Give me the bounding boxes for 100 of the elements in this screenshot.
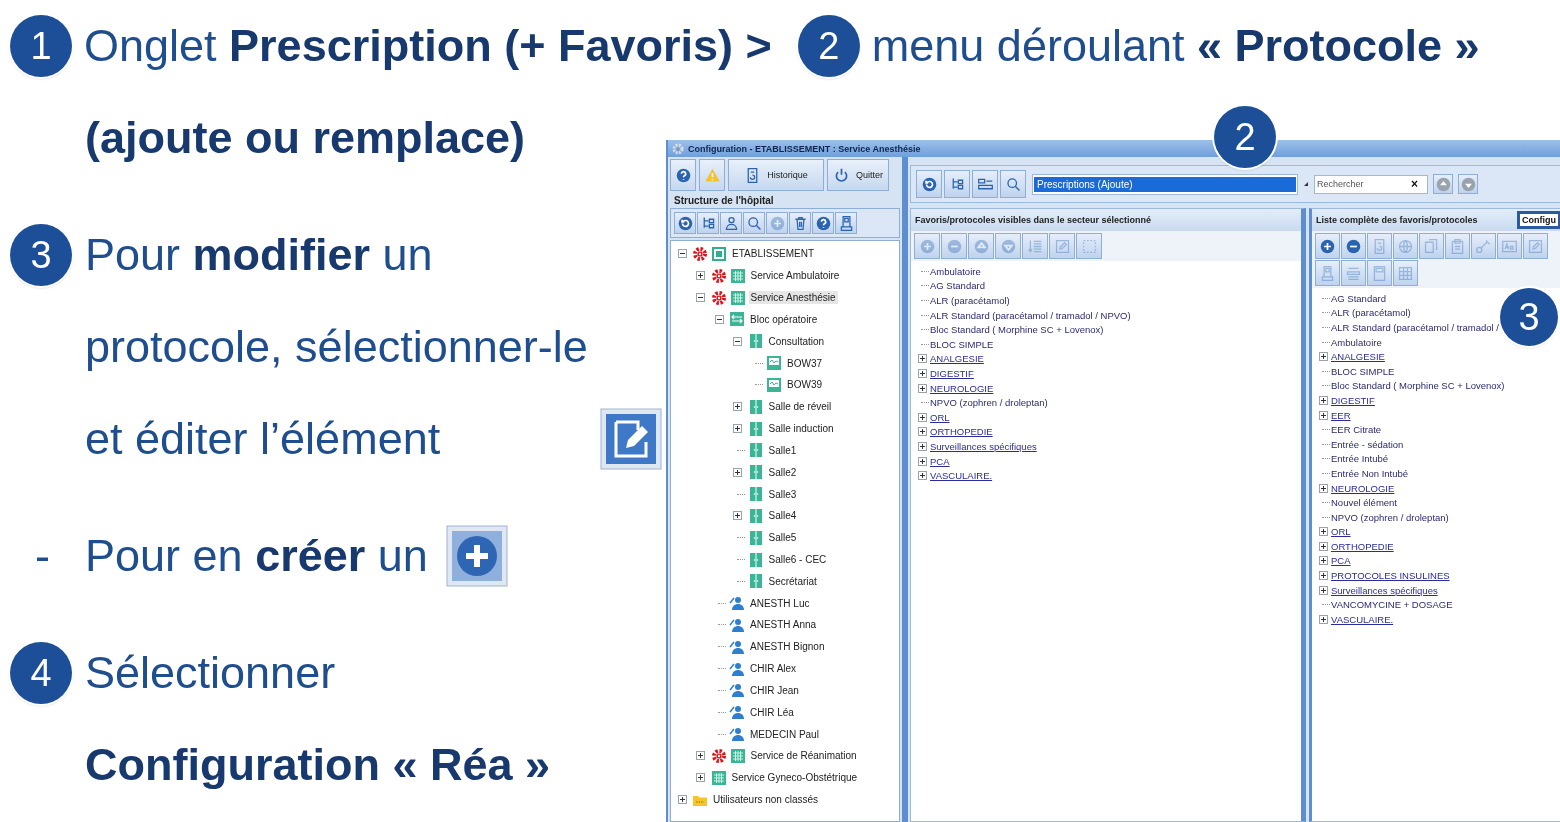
protocol-item[interactable]: VASCULAIRE. [1331,613,1394,625]
protocol-dropdown[interactable]: Prescriptions (Ajoute) [1032,173,1298,195]
expander-box[interactable] [1318,585,1328,595]
toolbar-button[interactable] [944,170,970,198]
help-button[interactable] [670,159,696,191]
expander-box[interactable] [917,456,927,466]
toolbar-button[interactable] [835,212,857,234]
tree-item[interactable]: Service Anesthésie [748,291,838,305]
tree-item[interactable]: Salle5 [766,531,799,545]
expander-box[interactable] [917,471,927,481]
protocol-item[interactable]: Entrée Non Intubé [1331,467,1409,479]
protocol-item[interactable]: ORTHOPEDIE [930,426,993,438]
protocol-item[interactable]: Nouvel élément [1331,497,1397,509]
expander-box[interactable] [714,314,724,324]
expander-box[interactable] [1318,614,1328,624]
tree-item[interactable]: Service de Réanimation [748,749,859,763]
toolbar-button[interactable] [972,170,998,198]
protocol-item[interactable]: BLOC SIMPLE [930,338,994,350]
protocol-item[interactable]: NEUROLOGIE [930,382,994,394]
protocol-item[interactable]: ANALGESIE [930,353,984,365]
expander-box[interactable] [696,773,705,783]
protocol-item[interactable]: Bloc Standard ( Morphine SC + Lovenox) [930,324,1104,336]
protocol-item[interactable]: EER [1331,409,1351,421]
toolbar-button[interactable] [1000,170,1026,198]
expander-box[interactable] [1318,395,1328,405]
protocol-item[interactable]: ALR (paracétamol) [930,295,1010,306]
protocol-item[interactable]: Entrée - sédation [1331,438,1404,450]
protocol-item[interactable]: AG Standard [1331,292,1386,304]
expander-box[interactable] [917,441,927,451]
protocol-item[interactable]: VANCOMYCINE + DOSAGE [1331,599,1453,611]
protocol-item[interactable]: ALR (paracétamol) [1331,307,1411,319]
configuration-dropdown[interactable]: Configu [1517,211,1560,229]
protocol-item[interactable]: NPVO (zophren / droleptan) [930,397,1048,409]
tree-item[interactable]: Salle1 [766,443,799,457]
tree-item[interactable]: MEDECIN Paul [748,727,821,741]
toolbar-button[interactable] [697,212,719,234]
toolbar-button[interactable] [1315,233,1340,259]
expander-box[interactable] [917,368,927,378]
expander-box[interactable] [677,249,687,259]
expander-box[interactable] [917,354,927,364]
toolbar-button[interactable] [720,212,742,234]
dropdown-arrow-icon[interactable] [1302,180,1310,188]
toolbar-button[interactable] [916,170,942,198]
expander-box[interactable] [733,467,742,477]
tree-item[interactable]: Bloc opératoire [748,312,820,326]
expander-box[interactable] [1318,571,1328,581]
protocol-item[interactable]: Surveillances spécifiques [1331,584,1438,596]
tree-item[interactable]: Salle3 [766,487,799,501]
protocol-item[interactable]: PCA [1331,555,1351,567]
expander-box[interactable] [1318,410,1328,420]
protocol-item[interactable]: Ambulatoire [1331,336,1382,348]
expander-box[interactable] [1318,556,1328,566]
tree-item[interactable]: CHIR Alex [748,662,799,676]
tree-item[interactable]: CHIR Léa [748,705,796,719]
expander-box[interactable] [733,402,742,412]
protocol-item[interactable]: VASCULAIRE. [930,470,993,482]
protocol-item[interactable]: DIGESTIF [1331,394,1375,406]
expander-box[interactable] [1318,483,1328,493]
expander-box[interactable] [733,336,742,346]
tree-item[interactable]: Salle4 [766,509,799,523]
tree-item[interactable]: Consultation [766,334,827,348]
tree-item[interactable]: BOW39 [785,378,824,392]
expander-box[interactable] [917,383,927,393]
expander-box[interactable] [1318,352,1328,362]
tree-item[interactable]: Service Ambulatoire [748,269,842,283]
protocol-item[interactable]: Ambulatoire [930,265,981,277]
tree-item[interactable]: Service Gyneco-Obstétrique [729,771,860,785]
protocol-item[interactable]: ALR Standard (paracétamol / tramadol / [1331,322,1499,333]
protocol-item[interactable]: PROTOCOLES INSULINES [1331,570,1450,582]
expander-box[interactable] [917,412,927,422]
toolbar-button[interactable] [789,212,811,234]
expander-box[interactable] [917,427,927,437]
expander-box[interactable] [677,795,687,805]
protocol-item[interactable]: ALR Standard (paracétamol / tramadol / NPVO) [930,309,1131,321]
tree-item[interactable]: CHIR Jean [748,683,801,697]
tree-item[interactable]: ANESTH Bignon [748,640,827,654]
tree-item[interactable]: Salle de réveil [766,400,834,414]
protocol-item[interactable]: BLOC SIMPLE [1331,365,1395,377]
protocol-item[interactable]: ANALGESIE [1331,351,1385,363]
history-button[interactable]: Historique [728,159,824,191]
expander-box[interactable] [696,271,705,281]
protocol-item[interactable]: ORTHOPEDIE [1331,540,1394,552]
expander-box[interactable] [1318,527,1328,537]
tree-item[interactable]: Salle2 [766,465,799,479]
protocol-item[interactable]: NPVO (zophren / droleptan) [1331,511,1449,523]
clear-button[interactable]: × [1409,178,1420,190]
protocol-item[interactable]: ORL [930,411,950,423]
toolbar-button[interactable] [1341,233,1366,259]
protocol-item[interactable]: EER Citrate [1331,424,1382,436]
tree-item[interactable]: ANESTH Anna [748,618,819,632]
tree-item[interactable]: Utilisateurs non classés [711,793,821,807]
tree-item[interactable]: Salle induction [766,422,836,436]
tree-item[interactable]: ETABLISSEMENT [730,247,817,261]
expander-box[interactable] [1318,541,1328,551]
protocol-item[interactable]: DIGESTIF [930,367,974,379]
protocol-item[interactable]: Bloc Standard ( Morphine SC + Lovenox) [1331,380,1505,392]
protocol-item[interactable]: PCA [930,455,950,467]
protocol-item[interactable]: NEUROLOGIE [1331,482,1395,494]
expander-box[interactable] [733,424,742,434]
tree-item[interactable]: BOW37 [785,356,824,370]
